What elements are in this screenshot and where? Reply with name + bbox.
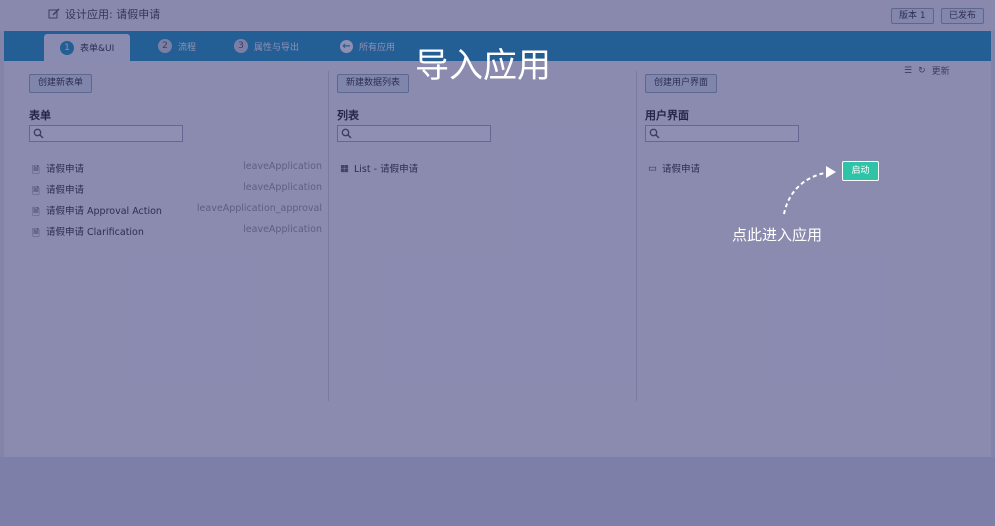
refresh-label[interactable]: 更新 — [932, 64, 950, 77]
overlay-hint: 点此进入应用 — [732, 226, 823, 244]
document-icon: 🗎 — [32, 207, 40, 218]
form-item-id: leaveApplication — [243, 224, 322, 235]
form-item[interactable]: 🗎 请假申请 Approval Action — [32, 203, 162, 218]
table-icon: ▦ — [340, 163, 349, 174]
view-toolbar: ☰ ↻ 更新 — [904, 64, 950, 78]
create-list-button[interactable]: 新建数据列表 — [337, 74, 410, 93]
overlay-title: 导入应用 — [415, 46, 551, 86]
form-item-name: 请假申请 Approval Action — [46, 206, 162, 217]
lists-heading: 列表 — [337, 109, 359, 122]
step-number: 1 — [60, 40, 74, 55]
document-icon: 🗎 — [32, 165, 40, 176]
refresh-icon[interactable]: ↻ — [918, 66, 926, 76]
form-item[interactable]: 🗎 请假申请 — [32, 161, 85, 176]
tab-forms-ui[interactable]: 1 表单&UI — [44, 34, 131, 61]
app-title-text: 设计应用: 请假申请 — [65, 8, 161, 21]
back-arrow-icon: ← — [340, 39, 353, 53]
form-item-id: leaveApplication — [243, 161, 322, 172]
step-number: 2 — [158, 39, 172, 53]
form-item-id: leaveApplication — [243, 182, 322, 193]
main-panel: ☰ ↻ 更新 创建新表单 表单 🗎 请假申请 leaveApplication … — [4, 61, 991, 457]
document-icon: 🗎 — [32, 186, 40, 197]
version-button[interactable]: 版本 1 — [891, 8, 934, 24]
forms-heading: 表单 — [29, 109, 51, 122]
uis-search-input[interactable] — [645, 125, 799, 142]
list-item[interactable]: ▦ List - 请假申请 — [340, 161, 418, 175]
create-ui-button[interactable]: 创建用户界面 — [645, 74, 718, 93]
list-view-icon[interactable]: ☰ — [904, 66, 912, 76]
column-divider — [636, 71, 637, 401]
column-divider — [328, 71, 329, 401]
form-item-name: 请假申请 Clarification — [46, 227, 144, 238]
forms-search-input[interactable] — [29, 125, 183, 142]
form-item-id: leaveApplication_approval — [196, 203, 322, 214]
tab-process[interactable]: 2 流程 — [158, 31, 196, 61]
tab-label: 属性与导出 — [254, 42, 300, 53]
published-button[interactable]: 已发布 — [941, 8, 985, 24]
tab-label: 表单&UI — [80, 44, 115, 54]
tab-all-apps[interactable]: ← 所有应用 — [340, 31, 395, 61]
step-number: 3 — [234, 39, 248, 53]
form-item[interactable]: 🗎 请假申请 — [32, 182, 85, 197]
tab-label: 流程 — [178, 42, 197, 53]
uis-heading: 用户界面 — [645, 109, 689, 122]
create-form-button[interactable]: 创建新表单 — [29, 74, 93, 93]
monitor-icon: ▭ — [648, 163, 657, 174]
ui-item[interactable]: ▭ 请假申请 — [648, 161, 700, 175]
edit-icon — [48, 8, 60, 19]
form-item[interactable]: 🗎 请假申请 Clarification — [32, 224, 144, 239]
form-item-name: 请假申请 — [46, 185, 85, 196]
app-title: 设计应用: 请假申请 — [48, 6, 160, 22]
ui-item-name: 请假申请 — [662, 164, 701, 175]
tab-properties-export[interactable]: 3 属性与导出 — [234, 31, 299, 61]
search-icon — [33, 128, 44, 139]
tab-label: 所有应用 — [359, 42, 396, 53]
dashed-arrow-icon — [783, 166, 836, 215]
document-icon: 🗎 — [32, 228, 40, 239]
search-icon — [341, 128, 352, 139]
form-item-name: 请假申请 — [46, 164, 85, 175]
list-item-name: List - 请假申请 — [354, 164, 419, 175]
launch-button[interactable]: 启动 — [842, 161, 879, 181]
top-bar: 设计应用: 请假申请 版本 1 已发布 — [0, 0, 995, 31]
search-icon — [649, 128, 660, 139]
page-footer-area — [0, 457, 995, 526]
lists-search-input[interactable] — [337, 125, 491, 142]
